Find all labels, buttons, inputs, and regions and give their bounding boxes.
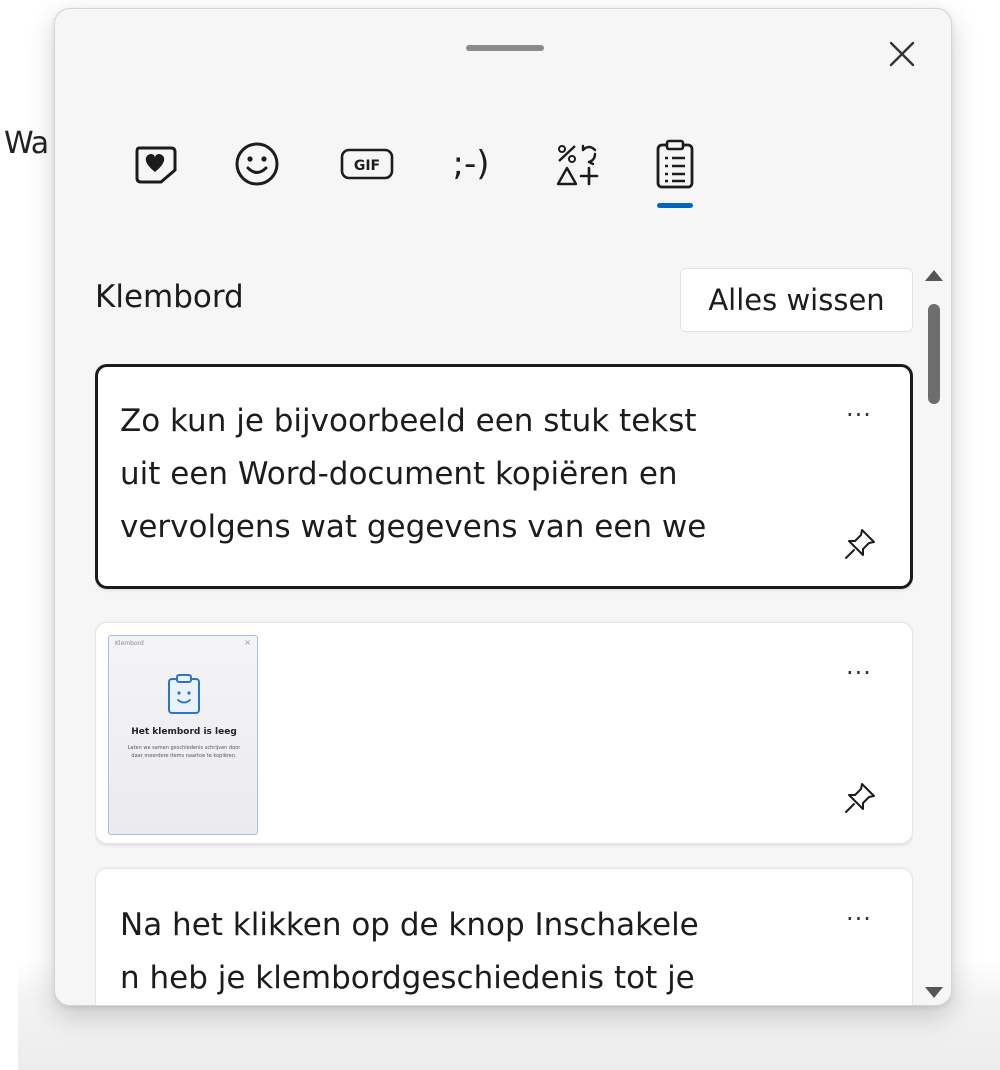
drag-handle[interactable] — [466, 45, 544, 51]
more-options-button[interactable]: ··· — [834, 659, 884, 695]
thumbnail-description: Laten we samen geschiedenis schrijven do… — [127, 745, 241, 759]
text-line: Zo kun je bijvoorbeeld een stuk tekst — [120, 403, 697, 439]
text-line: uit een Word-document kopiëren en — [120, 456, 678, 492]
more-options-button[interactable]: ··· — [834, 905, 884, 941]
thumbnail-title: Klembord — [115, 640, 144, 647]
tab-clipboard[interactable] — [640, 119, 710, 209]
kaomoji-icon: ;-) — [452, 144, 490, 184]
close-button[interactable] — [877, 29, 927, 79]
category-tabs: GIF ;-) — [100, 119, 720, 229]
scrollbar[interactable] — [921, 264, 947, 1002]
scroll-down-arrow-icon[interactable] — [925, 987, 943, 998]
clipboard-item-image[interactable]: Klembord × Het klembord is leeg Laten we… — [95, 622, 913, 844]
tab-kaomoji[interactable]: ;-) — [436, 119, 506, 209]
tab-symbols[interactable] — [542, 119, 612, 209]
empty-clipboard-icon — [168, 674, 200, 714]
selected-tab-indicator — [657, 203, 693, 208]
tab-kaomoji-favorites[interactable] — [120, 119, 190, 209]
pin-button[interactable] — [840, 778, 880, 818]
section-title: Klembord — [95, 279, 244, 315]
gif-icon-label: GIF — [354, 158, 380, 174]
thumbnail-heading: Het klembord is leeg — [131, 727, 237, 737]
tab-gif[interactable]: GIF — [332, 119, 402, 209]
symbols-icon — [556, 144, 599, 186]
scrollbar-thumb[interactable] — [928, 304, 940, 404]
gif-icon: GIF — [340, 148, 394, 180]
clipboard-item-text: Zo kun je bijvoorbeeld een stuk tekst ui… — [120, 395, 810, 554]
tab-emoji[interactable] — [222, 119, 292, 209]
clipboard-item-text: Na het klikken op de knop Inschakele n h… — [120, 899, 810, 1005]
more-options-button[interactable]: ··· — [834, 401, 884, 437]
text-line: Na het klikken op de knop Inschakele — [120, 907, 699, 943]
smiley-icon — [235, 142, 279, 186]
text-line: n heb je klembordgeschiedenis tot je — [120, 960, 695, 996]
clipboard-history-list: Zo kun je bijvoorbeeld een stuk tekst ui… — [95, 364, 913, 1005]
clipboard-item[interactable]: Zo kun je bijvoorbeeld een stuk tekst ui… — [95, 364, 913, 589]
thumbnail-close-icon: × — [244, 638, 251, 647]
clipboard-image-thumbnail: Klembord × Het klembord is leeg Laten we… — [108, 635, 258, 835]
pin-button[interactable] — [840, 524, 880, 564]
clear-all-button[interactable]: Alles wissen — [680, 268, 913, 332]
clipboard-icon — [656, 139, 694, 189]
background-document-text: Wa — [4, 126, 49, 161]
clipboard-item[interactable]: Na het klikken op de knop Inschakele n h… — [95, 868, 913, 1005]
pin-icon — [845, 783, 875, 813]
text-line: vervolgens wat gegevens van een we — [120, 509, 707, 545]
close-icon — [889, 41, 915, 67]
emoji-clipboard-panel: GIF ;-) Klembord Alles wissen Zo kun je … — [54, 8, 952, 1006]
pin-icon — [845, 529, 875, 559]
heart-sticker-icon — [135, 146, 177, 184]
scroll-up-arrow-icon[interactable] — [925, 270, 943, 281]
